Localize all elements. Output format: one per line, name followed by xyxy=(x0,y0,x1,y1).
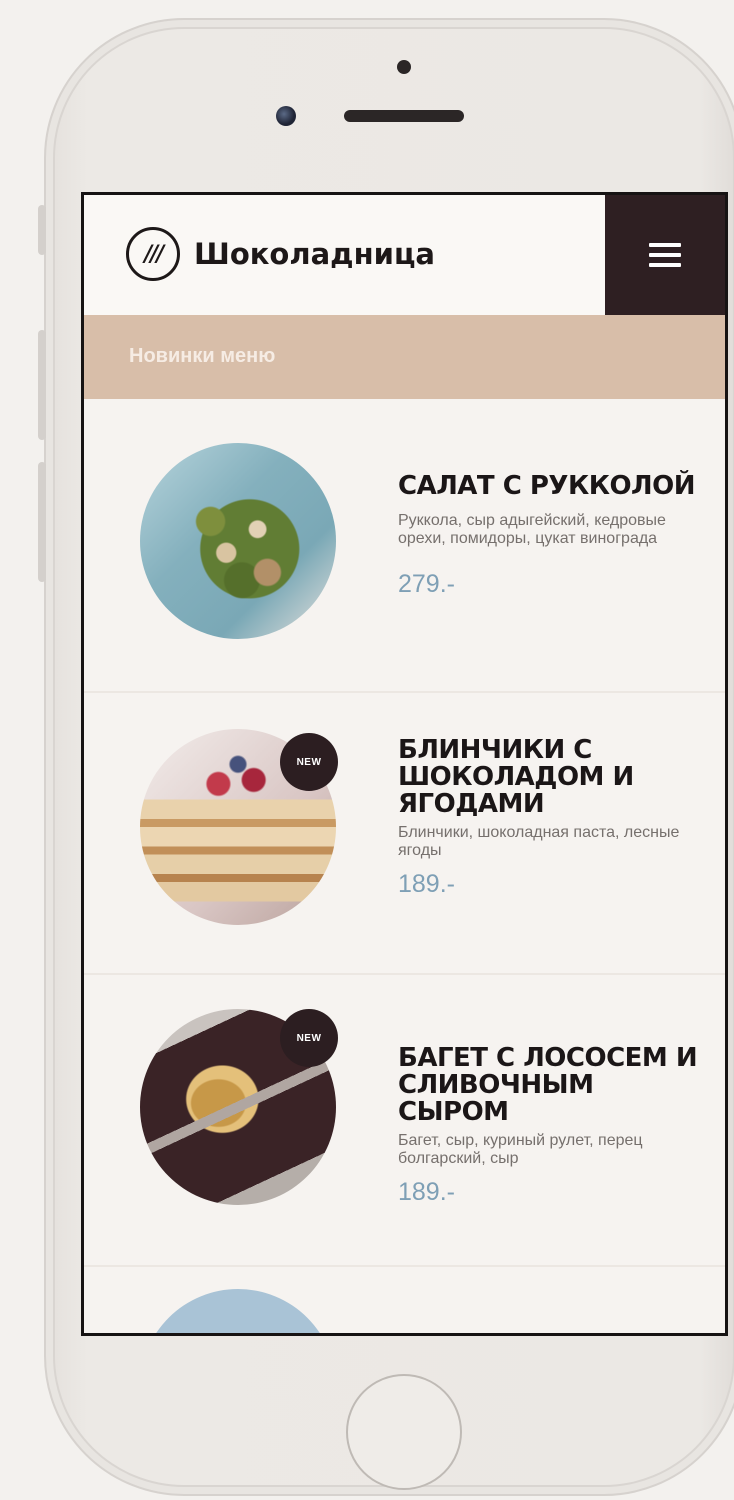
hamburger-menu-icon xyxy=(649,243,681,247)
mute-switch xyxy=(38,205,46,255)
brand-logo[interactable]: /// Шоколадница xyxy=(126,227,435,281)
front-camera xyxy=(276,106,296,126)
menu-item-description: Руккола, сыр адыгейский, кедровые орехи,… xyxy=(398,512,666,547)
menu-item[interactable]: САЛАТ С РУККОЛОЙ Руккола, сыр адыгейский… xyxy=(84,399,725,691)
menu-item-image xyxy=(140,1289,336,1333)
logo-mark-icon: /// xyxy=(126,227,180,281)
menu-list: САЛАТ С РУККОЛОЙ Руккола, сыр адыгейский… xyxy=(84,399,725,1333)
menu-item-description: Багет, сыр, куриный рулет, перец болгарс… xyxy=(398,1132,643,1167)
menu-item-info: САЛАТ С РУККОЛОЙ Руккола, сыр адыгейский… xyxy=(398,473,698,599)
proximity-sensor xyxy=(397,60,411,74)
menu-item[interactable]: NEW БЛИНЧИКИ С ШОКОЛАДОМ И ЯГОДАМИ Блинч… xyxy=(84,691,725,973)
menu-item-info: БЛИНЧИКИ С ШОКОЛАДОМ И ЯГОДАМИ Блинчики,… xyxy=(398,737,698,899)
menu-item-title: САЛАТ С РУККОЛОЙ xyxy=(398,471,696,501)
brand-name: Шоколадница xyxy=(194,237,436,271)
section-title: Новинки меню xyxy=(129,345,276,367)
site-header: /// Шоколадница xyxy=(84,195,725,315)
menu-item-price: 189.- xyxy=(398,1178,455,1206)
menu-item-price: 279.- xyxy=(398,570,455,598)
menu-item-price: 189.- xyxy=(398,870,455,898)
hamburger-menu-button[interactable] xyxy=(605,195,725,315)
earpiece-speaker xyxy=(344,110,464,122)
menu-item-title: БАГЕТ С ЛОСОСЕМ И СЛИВОЧНЫМ СЫРОМ xyxy=(398,1043,698,1127)
new-badge: NEW xyxy=(280,733,338,791)
new-badge: NEW xyxy=(280,1009,338,1067)
menu-item[interactable]: NEW БАГЕТ С ЛОСОСЕМ И СЛИВОЧНЫМ СЫРОМ Ба… xyxy=(84,973,725,1265)
menu-item-title: БЛИНЧИКИ С ШОКОЛАДОМ И ЯГОДАМИ xyxy=(398,735,634,819)
section-header: Новинки меню xyxy=(84,315,725,399)
menu-item-description: Блинчики, шоколадная паста, лесные ягоды xyxy=(398,824,680,859)
volume-up-button xyxy=(38,330,46,440)
salad-image xyxy=(140,443,336,639)
home-button[interactable] xyxy=(346,1374,462,1490)
phone-screen: /// Шоколадница Новинки меню САЛАТ С РУК… xyxy=(81,192,728,1336)
menu-item-info: БАГЕТ С ЛОСОСЕМ И СЛИВОЧНЫМ СЫРОМ Багет,… xyxy=(398,1045,698,1207)
volume-down-button xyxy=(38,462,46,582)
menu-item-partial[interactable] xyxy=(84,1265,725,1333)
